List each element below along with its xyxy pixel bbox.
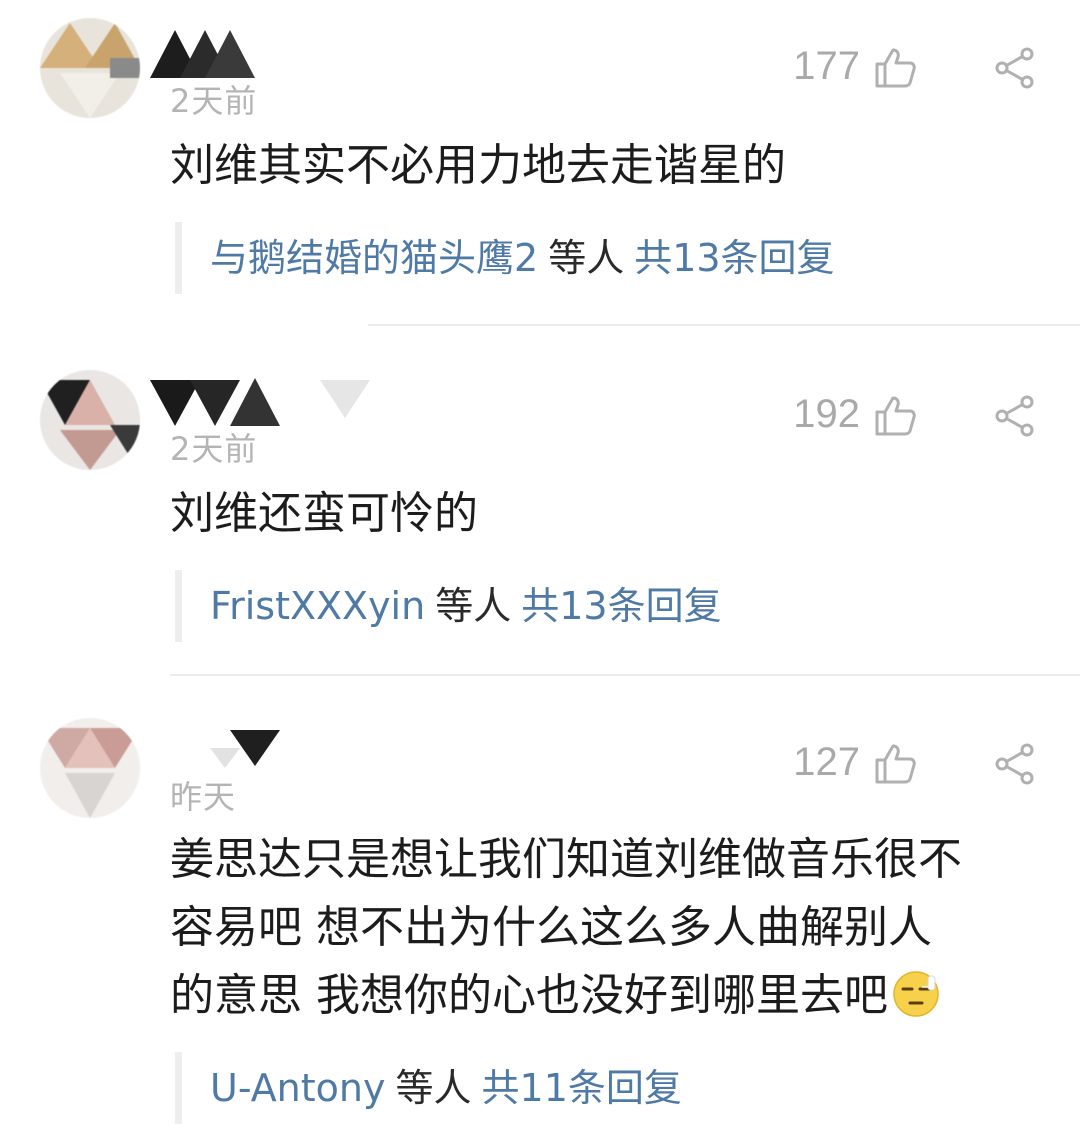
reply-preview[interactable]: U-Antony 等人 共11条回复: [175, 1052, 1035, 1124]
username-mosaic[interactable]: [150, 30, 260, 80]
comment-time: 2天前: [170, 430, 258, 468]
reply-total-link[interactable]: 共13条回复: [634, 236, 834, 280]
username-mosaic[interactable]: [150, 728, 290, 778]
divider: [368, 324, 1080, 326]
comment-item: 昨天 127 姜思达只是想让我们知道刘维做音乐很不 容易吧 想不出为什么这么多人…: [0, 676, 1080, 1129]
reply-users[interactable]: FristXXXyin: [210, 584, 425, 628]
comment-text-line: 容易吧 想不出为什么这么多人曲解别人: [170, 902, 932, 953]
avatar[interactable]: [40, 18, 140, 118]
share-icon[interactable]: [993, 46, 1037, 90]
like-count: 127: [793, 740, 860, 784]
comment-text: 刘维还蛮可怜的: [170, 488, 478, 539]
thumbs-up-icon[interactable]: [873, 46, 917, 90]
comment-text-line-content: 的意思 我想你的心也没好到哪里去吧: [170, 970, 888, 1021]
comment-item: 2天前 192 刘维还蛮可怜的 FristXXXyin 等人 共13条回复: [0, 330, 1080, 675]
reply-total-link[interactable]: 共13条回复: [521, 584, 721, 628]
comment-text-line: 姜思达只是想让我们知道刘维做音乐很不: [170, 834, 962, 885]
comment-text: 姜思达只是想让我们知道刘维做音乐很不 容易吧 想不出为什么这么多人曲解别人 的意…: [170, 826, 1050, 1030]
avatar[interactable]: [40, 718, 140, 818]
comment-text-line: 的意思 我想你的心也没好到哪里去吧: [170, 962, 1050, 1030]
share-icon[interactable]: [993, 742, 1037, 786]
reply-etc-label: 等人: [435, 584, 512, 628]
share-icon[interactable]: [993, 394, 1037, 438]
reply-preview[interactable]: 与鹅结婚的猫头鹰2 等人 共13条回复: [175, 222, 1035, 294]
avatar[interactable]: [40, 370, 140, 470]
comment-feed: 2天前 177 刘维其实不必用力地去走谐星的 与鹅结婚的猫头鹰2 等人 共13条回复: [0, 0, 1080, 1129]
reply-etc-label: 等人: [548, 236, 625, 280]
comment-item: 2天前 177 刘维其实不必用力地去走谐星的 与鹅结婚的猫头鹰2 等人 共13条回复: [0, 0, 1080, 330]
comment-text: 刘维其实不必用力地去走谐星的: [170, 140, 786, 191]
thumbs-up-icon[interactable]: [873, 742, 917, 786]
like-count: 177: [793, 44, 860, 88]
reply-users[interactable]: 与鹅结婚的猫头鹰2: [210, 236, 538, 280]
reply-preview[interactable]: FristXXXyin 等人 共13条回复: [175, 570, 1035, 642]
username-mosaic[interactable]: [150, 378, 390, 428]
thumbs-up-icon[interactable]: [873, 394, 917, 438]
like-count: 192: [793, 392, 860, 436]
reply-etc-label: 等人: [395, 1066, 472, 1110]
smirk-face-emoji: [892, 970, 940, 1018]
comment-time: 昨天: [170, 778, 237, 816]
reply-users[interactable]: U-Antony: [210, 1066, 386, 1110]
reply-total-link[interactable]: 共11条回复: [482, 1066, 682, 1110]
comment-time: 2天前: [170, 82, 258, 120]
